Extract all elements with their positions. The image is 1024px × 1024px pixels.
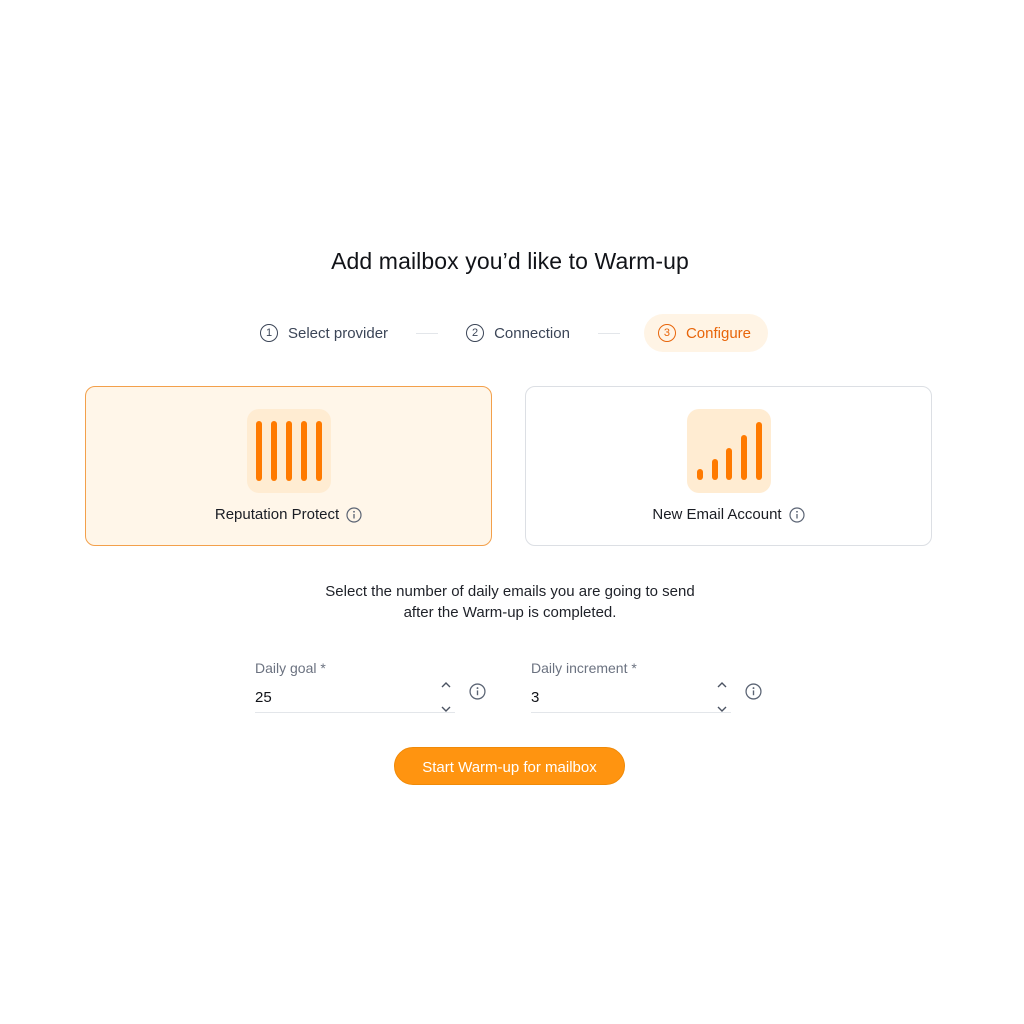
description-line-1: Select the number of daily emails you ar… — [325, 583, 695, 600]
ascending-bars-icon — [686, 409, 771, 493]
daily-goal-stepper[interactable] — [439, 681, 453, 713]
step-configure[interactable]: 3 Configure — [643, 314, 768, 352]
daily-goal-input[interactable] — [255, 686, 425, 708]
daily-goal-label: Daily goal * — [255, 660, 326, 676]
chevron-down-icon[interactable] — [441, 706, 451, 713]
step-number-2: 2 — [466, 324, 485, 342]
start-warmup-button[interactable]: Start Warm-up for mailbox — [394, 747, 625, 785]
description-line-2: after the Warm-up is completed. — [403, 604, 617, 621]
mode-label: Reputation Protect — [214, 506, 340, 523]
step-label: Configure — [685, 324, 751, 342]
chevron-up-icon[interactable] — [717, 681, 727, 688]
daily-increment-label: Daily increment * — [531, 660, 637, 676]
mode-card-new-email-account[interactable]: New Email Account — [525, 386, 932, 546]
warmup-mode-options: Reputation Protect New Email Account — [85, 386, 934, 548]
info-icon[interactable] — [789, 506, 805, 523]
chevron-up-icon[interactable] — [441, 681, 451, 688]
warmup-config-page: Add mailbox you’d like to Warm-up 1 Sele… — [0, 0, 1024, 1024]
step-number-1: 1 — [260, 324, 278, 342]
step-label: Select provider — [288, 324, 389, 342]
step-connection[interactable]: 2 Connection — [462, 314, 574, 352]
daily-increment-field: Daily increment * — [531, 660, 731, 713]
daily-increment-stepper[interactable] — [715, 681, 729, 713]
mode-label: New Email Account — [652, 506, 782, 523]
mode-card-reputation-protect[interactable]: Reputation Protect — [85, 386, 492, 546]
step-select-provider[interactable]: 1 Select provider — [256, 314, 392, 352]
equal-bars-icon — [246, 409, 331, 493]
stepper: 1 Select provider 2 Connection 3 Configu… — [0, 314, 1024, 352]
chevron-down-icon[interactable] — [717, 706, 727, 713]
daily-emails-description: Select the number of daily emails you ar… — [0, 581, 1020, 623]
info-icon[interactable] — [469, 683, 486, 700]
step-divider — [416, 332, 439, 334]
step-divider — [597, 332, 620, 334]
info-icon[interactable] — [346, 506, 362, 523]
step-number-3: 3 — [657, 324, 676, 342]
page-title: Add mailbox you’d like to Warm-up — [331, 248, 689, 274]
step-label: Connection — [494, 324, 570, 342]
daily-goal-field: Daily goal * — [255, 660, 455, 713]
daily-increment-input[interactable] — [531, 686, 701, 708]
info-icon[interactable] — [745, 683, 762, 700]
